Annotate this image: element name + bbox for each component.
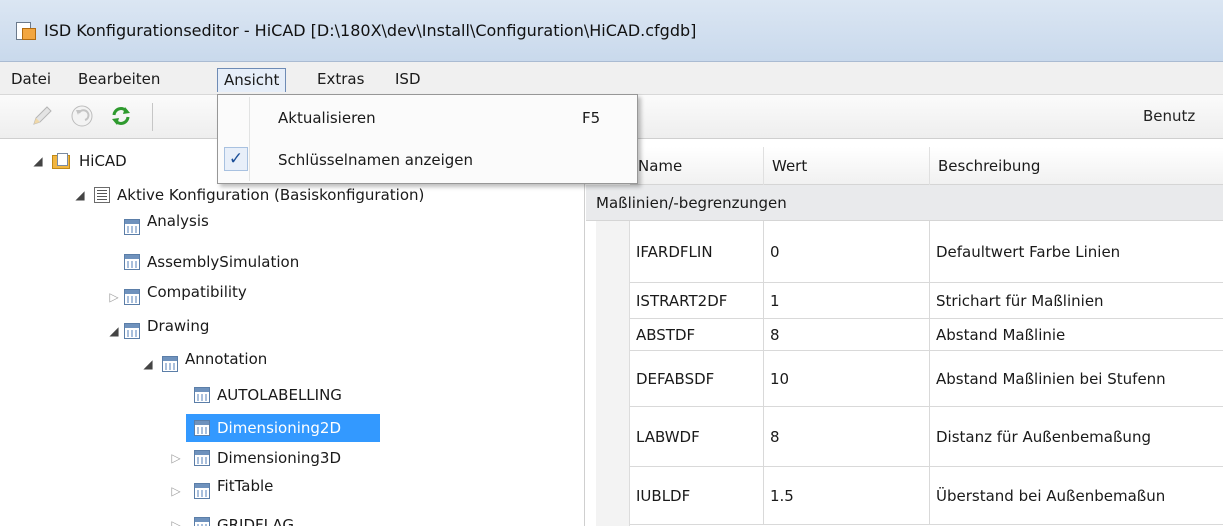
checkmark-icon: ✓ <box>224 147 248 171</box>
tree-label: AUTOLABELLING <box>217 386 342 404</box>
menu-item-label: Aktualisieren <box>278 109 376 127</box>
cell-name: IFARDFLIN <box>630 221 764 282</box>
expand-icon[interactable]: ▷ <box>108 285 120 309</box>
table-row[interactable]: LABWDF 8 Distanz für Außenbemaßung <box>630 407 1223 467</box>
menu-datei[interactable]: Datei <box>5 68 57 92</box>
table-icon <box>194 517 210 526</box>
undo-icon[interactable] <box>70 104 94 128</box>
collapse-icon[interactable]: ◢ <box>74 183 86 207</box>
table-icon <box>194 420 210 436</box>
cell-name: ABSTDF <box>630 319 764 350</box>
table-icon <box>162 356 178 372</box>
table-icon <box>194 387 210 403</box>
cell-name: LABWDF <box>630 407 764 466</box>
toolbar-separator <box>152 103 153 131</box>
table-icon <box>194 450 210 466</box>
tree-label: Dimensioning2D <box>214 414 345 442</box>
column-header-name[interactable]: Name <box>630 147 764 185</box>
tree-node-dimensioning2d[interactable]: Dimensioning2D <box>186 414 380 442</box>
collapse-icon[interactable]: ◢ <box>142 352 154 376</box>
cell-wert[interactable]: 8 <box>764 407 930 466</box>
ansicht-dropdown-menu: Aktualisieren F5 ✓ Schlüsselnamen anzeig… <box>217 94 638 184</box>
list-icon <box>94 187 110 203</box>
table-row[interactable]: DEFABSDF 10 Abstand Maßlinien bei Stufen… <box>630 351 1223 407</box>
cell-beschreibung: Abstand Maßlinie <box>936 325 1066 344</box>
table-icon <box>124 219 140 235</box>
menu-item-label: Schlüsselnamen anzeigen <box>278 151 474 169</box>
tree-label: Compatibility <box>147 283 247 301</box>
collapse-icon[interactable]: ◢ <box>32 149 44 173</box>
table-icon <box>194 483 210 499</box>
cell-wert[interactable]: 8 <box>764 319 930 350</box>
cell-beschreibung: Defaultwert Farbe Linien <box>936 242 1121 261</box>
cell-wert[interactable]: 1.5 <box>764 467 930 524</box>
config-tree[interactable]: ◢ HiCAD ◢ Aktive Konfiguration (Basiskon… <box>0 139 585 526</box>
folder-icon <box>52 153 72 169</box>
expand-icon[interactable]: ▷ <box>170 479 182 503</box>
table-icon <box>124 323 140 339</box>
expand-icon[interactable]: ▷ <box>170 513 182 526</box>
table-row[interactable]: IFARDFLIN 0 Defaultwert Farbe Linien <box>630 221 1223 283</box>
tree-label: Dimensioning3D <box>217 449 342 467</box>
cell-wert[interactable]: 1 <box>764 283 930 318</box>
tree-label: Annotation <box>185 350 268 368</box>
menu-extras[interactable]: Extras <box>311 68 370 92</box>
table-row[interactable]: ABSTDF 8 Abstand Maßlinie <box>630 319 1223 351</box>
menu-item-aktualisieren[interactable]: Aktualisieren F5 <box>220 99 635 137</box>
collapse-icon[interactable]: ◢ <box>108 319 120 343</box>
pencil-icon[interactable] <box>30 104 54 128</box>
settings-grid: Name Wert Beschreibung Maßlinien/-begren… <box>586 139 1223 526</box>
cell-beschreibung: Überstand bei Außenbemaßun <box>936 486 1166 505</box>
refresh-icon[interactable] <box>109 104 133 128</box>
tree-label: AssemblySimulation <box>147 253 300 271</box>
menu-bearbeiten[interactable]: Bearbeiten <box>72 68 166 92</box>
grid-header: Name Wert Beschreibung <box>630 147 1223 185</box>
group-row[interactable]: Maßlinien/-begrenzungen <box>586 185 1223 221</box>
cell-beschreibung: Strichart für Maßlinien <box>936 291 1104 310</box>
menu-bar: Datei Bearbeiten Ansicht Extras ISD <box>0 62 1223 95</box>
expand-icon[interactable]: ▷ <box>170 446 182 470</box>
title-bar: ISD Konfigurationseditor - HiCAD [D:\180… <box>0 0 1223 62</box>
column-header-beschreibung[interactable]: Beschreibung <box>930 147 1223 185</box>
table-icon <box>124 289 140 305</box>
cell-name: IUBLDF <box>630 467 764 524</box>
tree-label: Drawing <box>147 317 210 335</box>
column-header-wert[interactable]: Wert <box>764 147 930 185</box>
cell-beschreibung: Distanz für Außenbemaßung <box>936 427 1151 446</box>
menu-ansicht[interactable]: Ansicht <box>217 68 287 92</box>
tree-label: Aktive Konfiguration (Basiskonfiguration… <box>117 186 425 204</box>
window-title: ISD Konfigurationseditor - HiCAD [D:\180… <box>44 21 697 40</box>
user-label[interactable]: Benutz <box>1143 107 1195 125</box>
shortcut-label: F5 <box>582 109 601 127</box>
tree-label: HiCAD <box>79 152 127 170</box>
table-icon <box>124 254 140 270</box>
table-row[interactable]: IUBLDF 1.5 Überstand bei Außenbemaßun <box>630 467 1223 525</box>
group-label: Maßlinien/-begrenzungen <box>596 194 787 212</box>
row-header-column <box>596 221 630 526</box>
app-window: ISD Konfigurationseditor - HiCAD [D:\180… <box>0 0 1223 526</box>
cell-beschreibung: Abstand Maßlinien bei Stufenn <box>936 369 1166 388</box>
table-row[interactable]: ISTRART2DF 1 Strichart für Maßlinien <box>630 283 1223 319</box>
menu-item-schluesselnamen-anzeigen[interactable]: ✓ Schlüsselnamen anzeigen <box>220 141 635 179</box>
cell-name: DEFABSDF <box>630 351 764 406</box>
tree-label: Analysis <box>147 212 209 230</box>
menu-isd[interactable]: ISD <box>389 68 427 92</box>
tree-label: GRIDFLAG <box>217 516 294 526</box>
tree-label: FitTable <box>217 477 274 495</box>
app-icon <box>16 22 37 41</box>
cell-name: ISTRART2DF <box>630 283 764 318</box>
cell-wert[interactable]: 0 <box>764 221 930 282</box>
cell-wert[interactable]: 10 <box>764 351 930 406</box>
